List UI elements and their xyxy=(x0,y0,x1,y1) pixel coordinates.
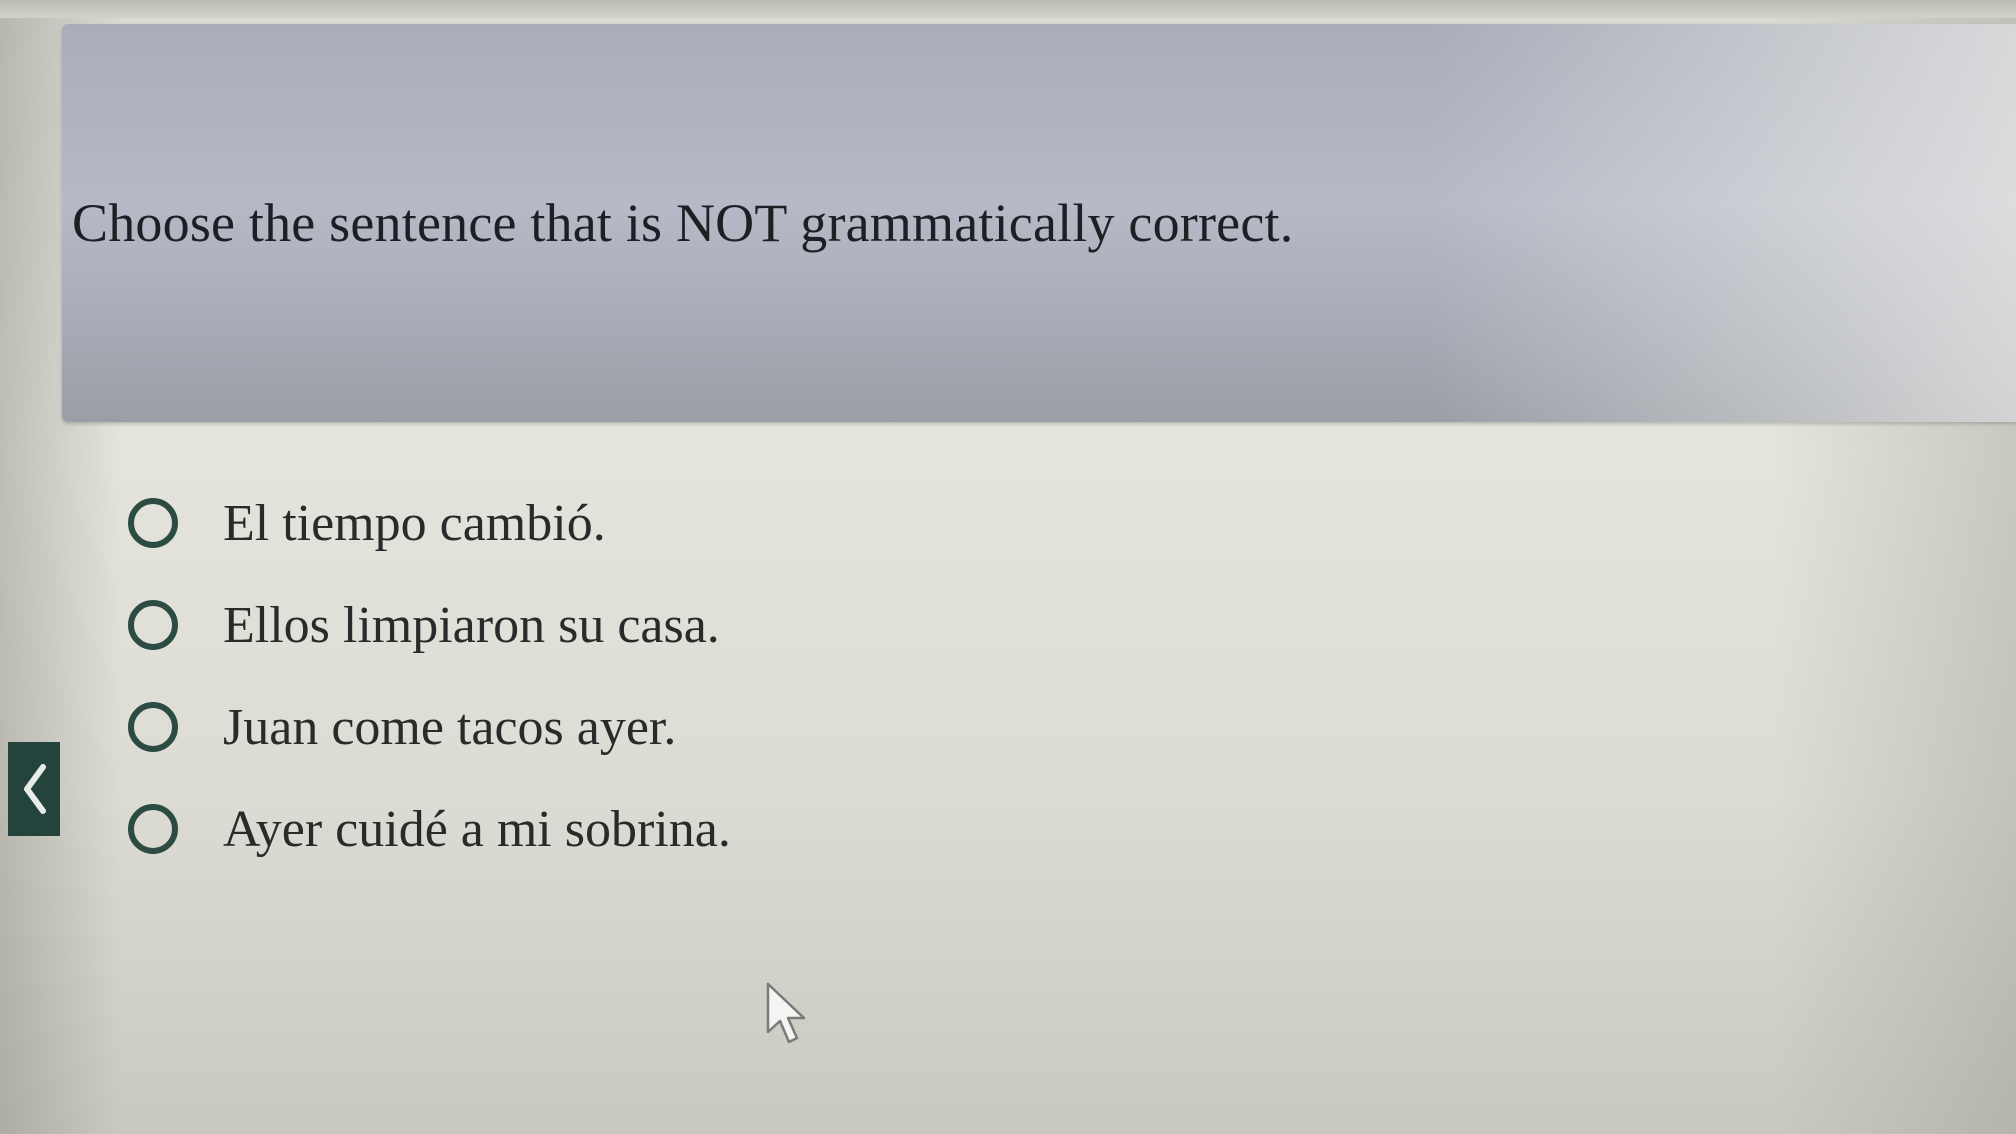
radio-button[interactable] xyxy=(128,498,178,548)
question-text: Choose the sentence that is NOT grammati… xyxy=(72,193,1294,253)
answer-option-label: Juan come tacos ayer. xyxy=(223,698,677,756)
answer-option-label: El tiempo cambió. xyxy=(223,494,606,552)
chevron-left-icon xyxy=(19,763,49,815)
answer-option[interactable]: El tiempo cambió. xyxy=(128,472,1228,574)
answer-option-label: Ellos limpiaron su casa. xyxy=(223,596,720,654)
radio-button[interactable] xyxy=(128,702,178,752)
mouse-pointer-icon xyxy=(764,982,812,1053)
answer-option[interactable]: Ellos limpiaron su casa. xyxy=(128,574,1228,676)
top-strip xyxy=(0,0,2016,18)
answer-option[interactable]: Juan come tacos ayer. xyxy=(128,676,1228,778)
answer-option[interactable]: Ayer cuidé a mi sobrina. xyxy=(128,778,1228,880)
answer-option-label: Ayer cuidé a mi sobrina. xyxy=(223,800,731,858)
radio-button[interactable] xyxy=(128,600,178,650)
answer-options: El tiempo cambió. Ellos limpiaron su cas… xyxy=(128,472,1228,880)
previous-button[interactable] xyxy=(8,742,60,836)
radio-button[interactable] xyxy=(128,804,178,854)
